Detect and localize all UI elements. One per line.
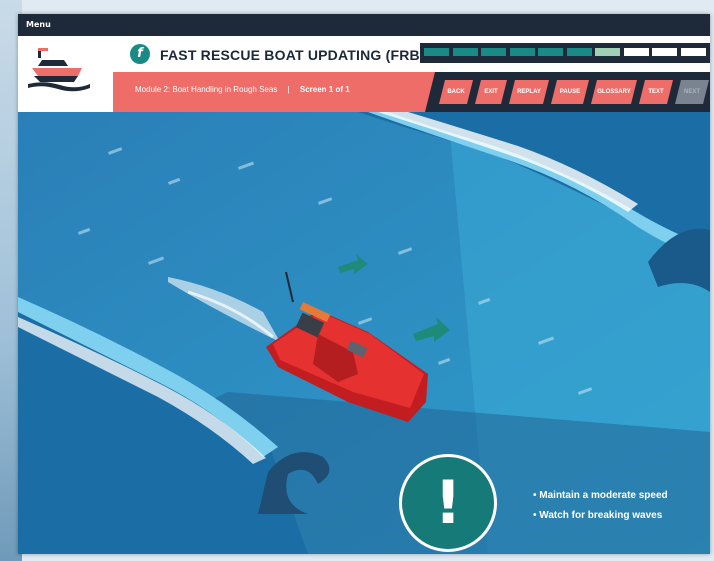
menu-button[interactable]: Menu — [26, 20, 51, 29]
progress-segment-current — [595, 48, 620, 56]
progress-segment-complete — [509, 48, 535, 56]
tip-item: • Watch for breaking waves — [533, 510, 663, 521]
next-button[interactable]: NEXT — [675, 80, 709, 104]
module-bar: Module 2: Boat Handling in Rough Seas | … — [113, 72, 710, 112]
safety-tips: • Maintain a moderate speed • Watch for … — [533, 490, 668, 530]
nav-buttons: BACK EXIT REPLAY PAUSE GLOSSARY TEXT NEX… — [425, 72, 710, 112]
alert-badge: ! — [399, 454, 497, 552]
rough-sea-illustration — [18, 112, 710, 554]
progress-segment-complete — [424, 48, 449, 56]
text-button[interactable]: TEXT — [639, 80, 673, 104]
course-window: Menu f FAST RESCUE BOAT UPDATING (FRBU) … — [18, 14, 710, 554]
progress-segment-incomplete — [623, 48, 649, 56]
progress-bar — [420, 43, 710, 63]
progress-segment-complete — [481, 48, 506, 56]
rescue-boat-logo — [24, 40, 96, 94]
screen-counter: Screen 1 of 1 — [299, 85, 350, 94]
tip-item: • Maintain a moderate speed — [533, 490, 668, 501]
module-label: Module 2: Boat Handling in Rough Seas — [135, 85, 278, 94]
glossary-button[interactable]: GLOSSARY — [591, 80, 637, 104]
progress-segment-incomplete — [680, 48, 706, 56]
boat-logo-icon — [28, 48, 90, 92]
menu-bar: Menu — [18, 14, 710, 36]
back-button[interactable]: BACK — [439, 80, 473, 104]
course-title: FAST RESCUE BOAT UPDATING (FRBU) — [160, 47, 435, 63]
exclamation-icon: ! — [434, 468, 462, 538]
sea-scene: ! • Maintain a moderate speed • Watch fo… — [18, 112, 710, 554]
progress-segment-incomplete — [652, 48, 677, 56]
module-separator: | — [287, 85, 290, 94]
pause-button[interactable]: PAUSE — [551, 80, 589, 104]
f-badge-icon: f — [130, 44, 150, 64]
progress-segment-complete — [538, 48, 563, 56]
exit-button[interactable]: EXIT — [475, 80, 507, 104]
progress-segment-complete — [566, 48, 592, 56]
replay-button[interactable]: REPLAY — [509, 80, 549, 104]
module-info: Module 2: Boat Handling in Rough Seas | … — [135, 85, 350, 94]
progress-segment-complete — [452, 48, 478, 56]
course-header: f FAST RESCUE BOAT UPDATING (FRBU) Modul… — [18, 36, 710, 112]
